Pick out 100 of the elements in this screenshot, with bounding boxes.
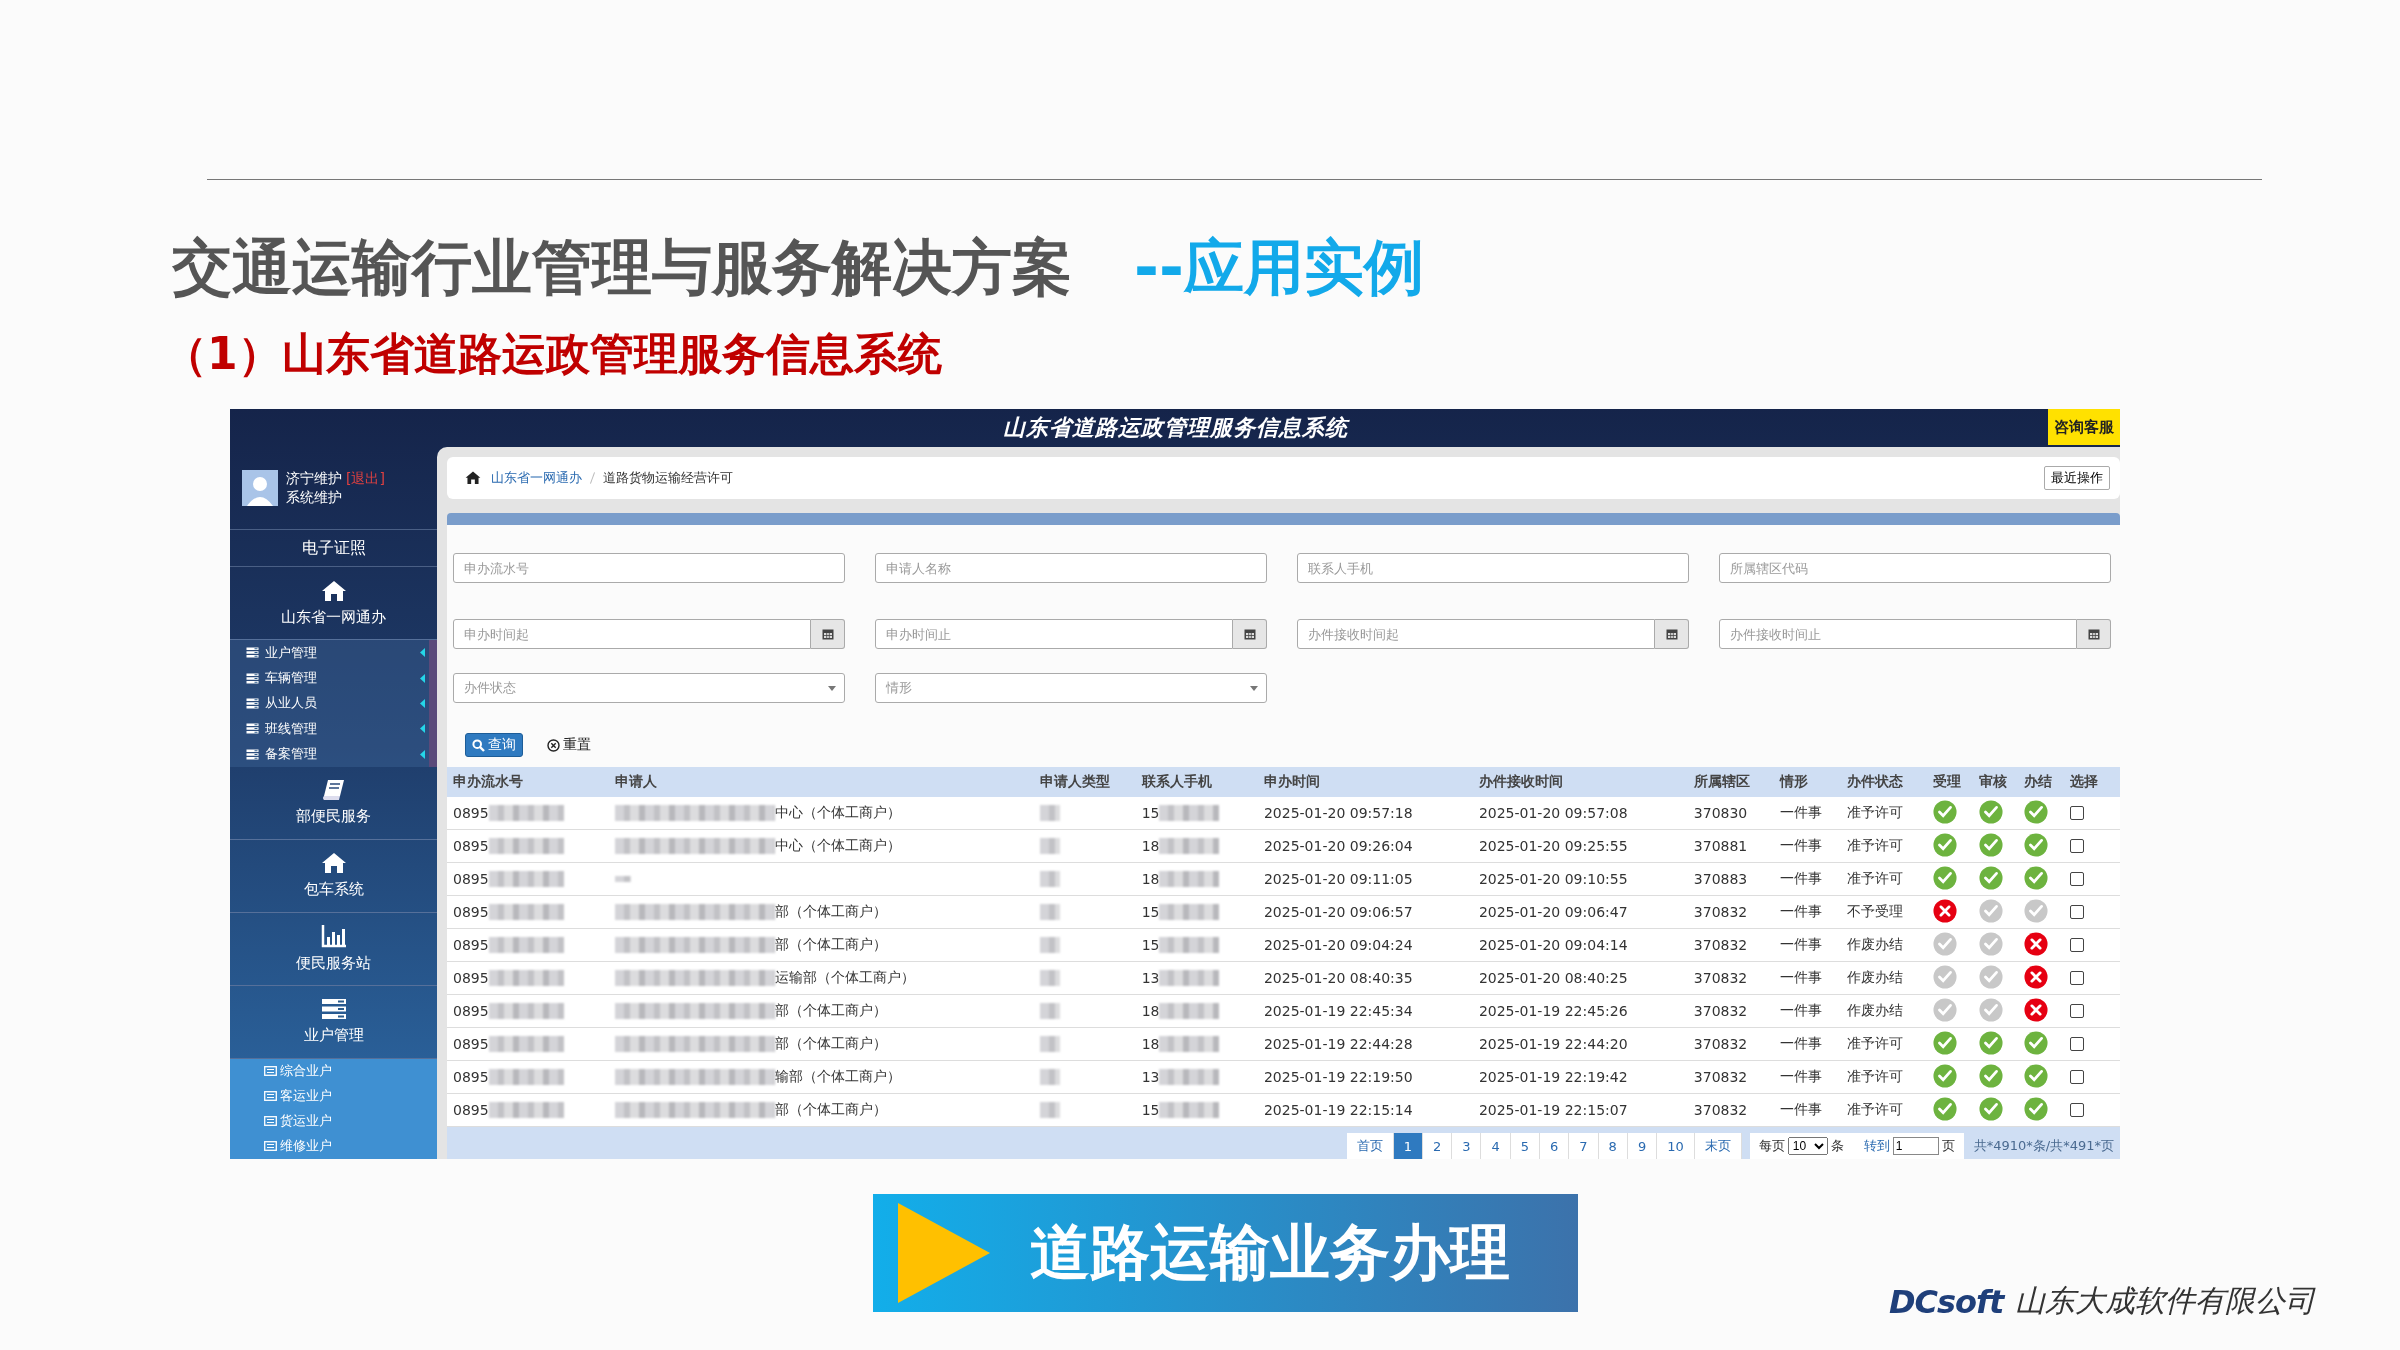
last-page-link[interactable]: 末页: [1694, 1133, 1742, 1159]
row-checkbox[interactable]: [2070, 1070, 2085, 1084]
page-link[interactable]: 2: [1422, 1133, 1453, 1159]
page-link[interactable]: 10: [1657, 1133, 1695, 1159]
user-name: 济宁维护: [286, 469, 342, 488]
serial-number: 0895: [453, 970, 489, 986]
blurred-text: [1159, 970, 1220, 986]
page-link[interactable]: 3: [1452, 1133, 1482, 1159]
serial-number: 0895: [453, 904, 489, 920]
filter-field[interactable]: 联系人手机: [1297, 553, 1689, 583]
page-link[interactable]: 4: [1481, 1133, 1511, 1159]
breadcrumb-item[interactable]: 山东省一网通办: [491, 469, 582, 487]
table-cell: 一件事: [1773, 862, 1841, 896]
sidebar-item[interactable]: 从业人员: [230, 690, 437, 717]
page-link[interactable]: 8: [1598, 1133, 1628, 1159]
filter-dropdown[interactable]: 办件状态: [453, 673, 845, 703]
row-checkbox[interactable]: [2070, 872, 2085, 886]
table-cell: 370830: [1687, 797, 1774, 830]
blurred-text: [1040, 937, 1061, 953]
blurred-text: [1159, 838, 1220, 854]
row-checkbox[interactable]: [2070, 806, 2085, 820]
sidebar-item[interactable]: 综合业户: [230, 1058, 437, 1084]
column-header: 办件状态: [1840, 767, 1927, 797]
sidebar-item[interactable]: 业户管理: [230, 640, 437, 666]
reset-button[interactable]: 重置: [541, 735, 597, 755]
date-field[interactable]: 申办时间止: [875, 619, 1233, 649]
date-field[interactable]: 办件接收时间起: [1297, 619, 1655, 649]
filter-field[interactable]: 申请人名称: [875, 553, 1267, 583]
logout-link[interactable]: [退出]: [346, 469, 385, 488]
page-link[interactable]: 1: [1393, 1133, 1423, 1159]
filter-dropdown[interactable]: 情形: [875, 673, 1267, 703]
home-icon: [320, 579, 347, 602]
table-cell: 2025-01-20 09:04:24: [1257, 928, 1473, 962]
phone-number: 18: [1141, 871, 1160, 887]
column-header: 所属辖区: [1687, 767, 1774, 797]
slide-title-suffix: --应用实例: [1134, 230, 1424, 304]
filter-field[interactable]: 申办流水号: [453, 553, 845, 583]
page-link[interactable]: 9: [1627, 1133, 1658, 1159]
column-header: 选择: [2064, 767, 2120, 797]
sidebar-item[interactable]: 货运业户: [230, 1108, 437, 1134]
table-cell: 2025-01-20 09:06:47: [1472, 895, 1688, 929]
blurred-text: [1159, 1069, 1220, 1085]
calendar-icon: [1665, 628, 1678, 640]
date-field[interactable]: 办件接收时间止: [1719, 619, 2077, 649]
book-icon: [321, 779, 346, 802]
table-cell: 370883: [1687, 862, 1774, 896]
row-checkbox[interactable]: [2070, 971, 2085, 985]
serial-number: 0895: [453, 1003, 489, 1019]
sidebar-item[interactable]: 备案管理: [230, 741, 437, 767]
table-cell: 370832: [1687, 1060, 1774, 1094]
list-icon: [320, 998, 347, 1021]
table-cell: 准予许可: [1840, 829, 1927, 863]
blurred-text: [1159, 871, 1220, 887]
card-icon: [264, 1066, 277, 1077]
page-size-select[interactable]: 10: [1787, 1137, 1828, 1155]
serial-number: 0895: [453, 937, 489, 953]
blurred-text: [1040, 1069, 1061, 1085]
page-number-field[interactable]: 1: [1892, 1137, 1939, 1155]
table-cell: 2025-01-19 22:19:42: [1472, 1060, 1688, 1094]
calendar-button[interactable]: [2077, 619, 2111, 649]
card-icon: [264, 1116, 277, 1127]
system-title: 山东省道路运政管理服务信息系统: [1002, 414, 1348, 442]
table-cell: 2025-01-19 22:15:07: [1472, 1093, 1688, 1127]
sidebar-item[interactable]: 车辆管理: [230, 665, 437, 691]
recent-actions-button[interactable]: 最近操作: [2044, 466, 2110, 490]
play-icon: [898, 1203, 990, 1303]
table-cell: 一件事: [1773, 1027, 1841, 1061]
row-checkbox[interactable]: [2070, 1103, 2085, 1117]
sidebar-item[interactable]: 客运业户: [230, 1083, 437, 1109]
blurred-text: [1159, 805, 1220, 821]
search-icon: [472, 738, 485, 752]
serial-number: 0895: [453, 1069, 489, 1085]
first-page-link[interactable]: 首页: [1346, 1133, 1394, 1159]
table-cell: 作废办结: [1840, 928, 1927, 962]
row-checkbox[interactable]: [2070, 1004, 2085, 1018]
search-button[interactable]: 查询: [465, 733, 523, 757]
column-header: 审核: [1972, 767, 2019, 797]
filter-field[interactable]: 所属辖区代码: [1719, 553, 2111, 583]
table-cell: 2025-01-20 09:10:55: [1472, 862, 1688, 896]
sidebar-item[interactable]: 班线管理: [230, 716, 437, 742]
page-link[interactable]: 5: [1510, 1133, 1541, 1159]
row-checkbox[interactable]: [2070, 839, 2085, 853]
page-link[interactable]: 7: [1569, 1133, 1599, 1159]
row-checkbox[interactable]: [2070, 905, 2085, 919]
calendar-button[interactable]: [1233, 619, 1267, 649]
table-cell: 一件事: [1773, 797, 1841, 830]
applicant-name: 部（个体工商户）: [775, 1002, 888, 1020]
row-checkbox[interactable]: [2070, 1037, 2085, 1051]
row-checkbox[interactable]: [2070, 938, 2085, 952]
page-link[interactable]: 6: [1540, 1133, 1570, 1159]
blurred-text: [615, 876, 632, 882]
applicant-name: 中心（个体工商户）: [775, 804, 902, 822]
table-cell: 2025-01-20 09:04:14: [1472, 928, 1688, 962]
calendar-button[interactable]: [1655, 619, 1689, 649]
table-cell: 2025-01-19 22:15:14: [1257, 1093, 1473, 1127]
calendar-button[interactable]: [811, 619, 845, 649]
phone-number: 13: [1141, 970, 1160, 986]
sidebar-item[interactable]: 维修业户: [230, 1133, 437, 1159]
help-button[interactable]: 咨询客服: [2048, 409, 2120, 445]
date-field[interactable]: 申办时间起: [453, 619, 811, 649]
